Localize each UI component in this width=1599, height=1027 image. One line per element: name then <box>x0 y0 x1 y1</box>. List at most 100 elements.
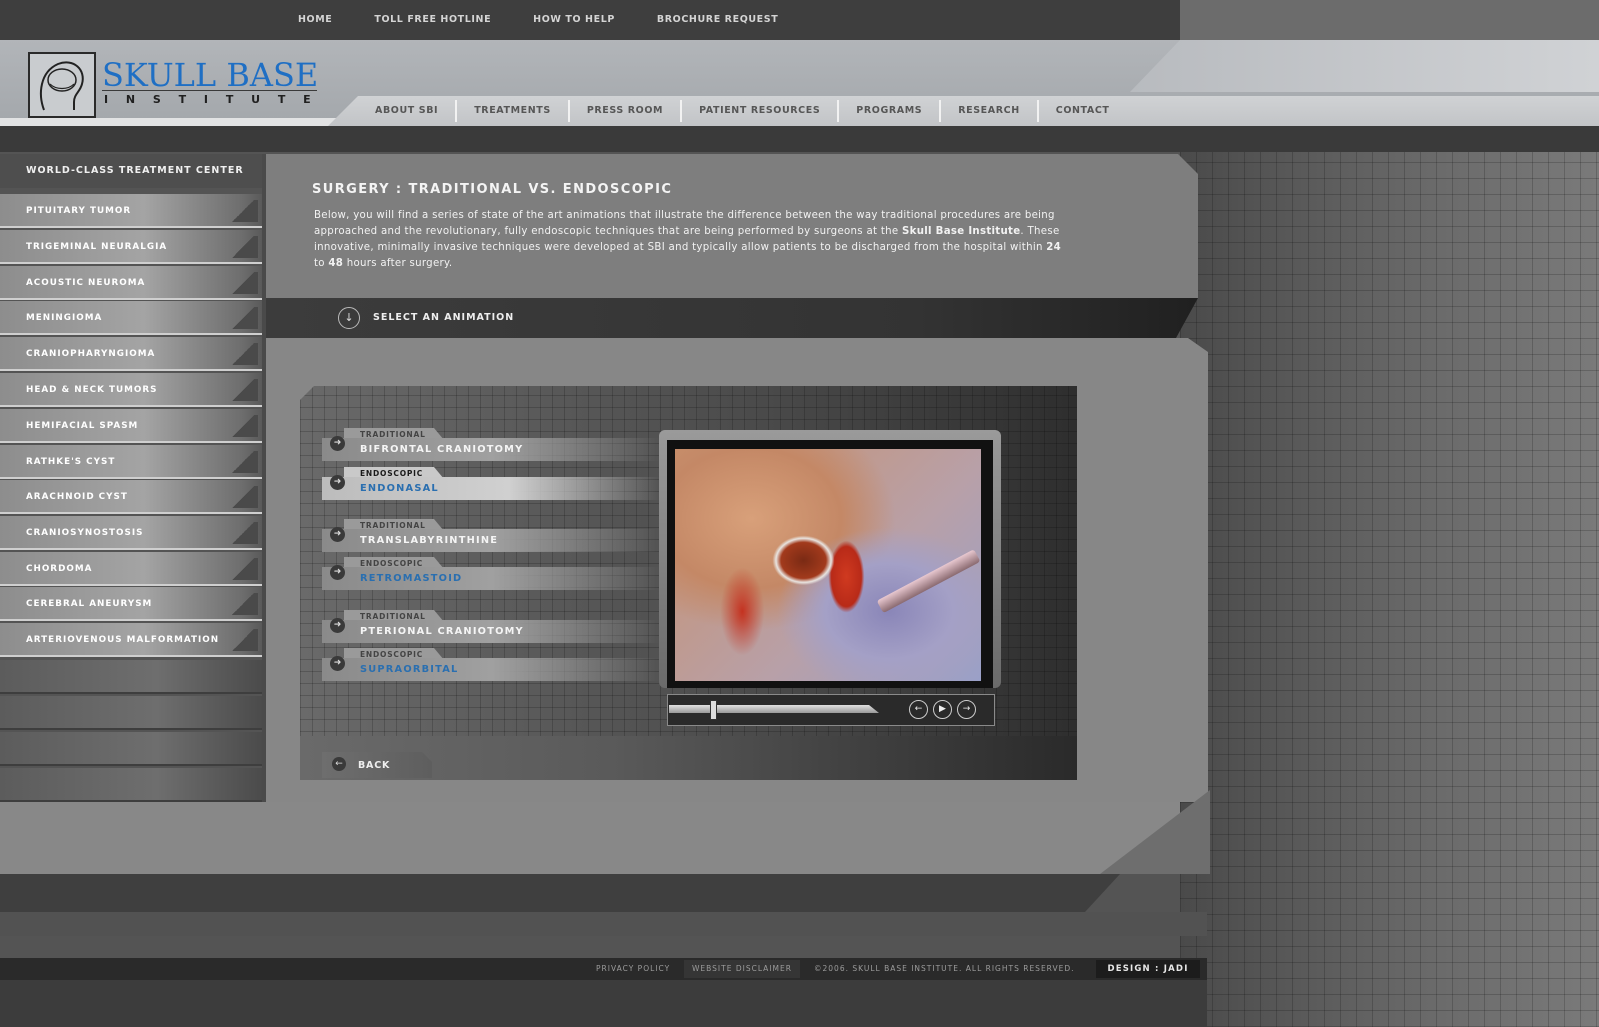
footer-disclaimer-link[interactable]: WEBSITE DISCLAIMER <box>684 960 800 978</box>
logo-icon[interactable] <box>28 52 96 118</box>
lower-band <box>0 802 1180 874</box>
top-link-home[interactable]: HOME <box>298 14 332 25</box>
sidebar-item-label: CHORDOMA <box>26 564 93 574</box>
video-progress-handle[interactable] <box>710 700 717 720</box>
sidebar-item-acoustic-neuroma[interactable]: ACOUSTIC NEUROMA <box>0 266 262 300</box>
sidebar-item-label: TRIGEMINAL NEURALGIA <box>26 242 168 252</box>
footer-design-credit[interactable]: DESIGN : JADI <box>1096 960 1200 978</box>
footer-bottom <box>0 980 1207 1027</box>
arrow-right-icon: ➜ <box>330 475 345 490</box>
sidebar-item-label: RATHKE'S CYST <box>26 457 116 467</box>
select-animation-label: SELECT AN ANIMATION <box>373 312 515 323</box>
sidebar-item-craniosynostosis[interactable]: CRANIOSYNOSTOSIS <box>0 516 262 550</box>
sidebar-item-label: PITUITARY TUMOR <box>26 206 132 216</box>
option-name: TRANSLABYRINTHINE <box>360 535 499 546</box>
nav-about-sbi[interactable]: ABOUT SBI <box>358 100 458 122</box>
animation-option-endonasal[interactable]: ➜ ENDOSCOPIC ENDONASAL <box>322 467 662 500</box>
animation-option-retromastoid[interactable]: ➜ ENDOSCOPIC RETROMASTOID <box>322 557 662 590</box>
arrow-right-icon: ➜ <box>330 656 345 671</box>
animation-option-translabyrinthine[interactable]: ➜ TRADITIONAL TRANSLABYRINTHINE <box>322 519 662 552</box>
logo-title: SKULL BASE <box>102 56 319 94</box>
option-type: ENDOSCOPIC <box>360 469 424 478</box>
logo-divider <box>102 90 317 91</box>
top-link-how-to-help[interactable]: HOW TO HELP <box>533 14 615 25</box>
sidebar-item-label: ARTERIOVENOUS MALFORMATION <box>26 635 220 645</box>
arrow-right-icon: ➜ <box>330 527 345 542</box>
animation-option-bifrontal-craniotomy[interactable]: ➜ TRADITIONAL BIFRONTAL CRANIOTOMY <box>322 428 662 461</box>
option-name: ENDONASAL <box>360 483 439 494</box>
sidebar-item-label: CRANIOSYNOSTOSIS <box>26 528 144 538</box>
back-label: BACK <box>358 760 391 771</box>
option-type: ENDOSCOPIC <box>360 559 424 568</box>
sidebar-empty-slot <box>0 660 262 694</box>
sidebar-item-trigeminal-neuralgia[interactable]: TRIGEMINAL NEURALGIA <box>0 230 262 264</box>
lower-band-dark <box>0 874 1120 912</box>
nav-treatments[interactable]: TREATMENTS <box>457 100 570 122</box>
animation-option-supraorbital[interactable]: ➜ ENDOSCOPIC SUPRAORBITAL <box>322 648 662 681</box>
sidebar-border <box>262 154 266 802</box>
sidebar-item-label: ARACHNOID CYST <box>26 492 128 502</box>
header-right-panel <box>1130 40 1599 92</box>
sidebar-heading: WORLD-CLASS TREATMENT CENTER <box>0 154 262 188</box>
nav-patient-resources[interactable]: PATIENT RESOURCES <box>682 100 840 122</box>
sidebar-item-label: ACOUSTIC NEUROMA <box>26 278 146 288</box>
nav-press-room[interactable]: PRESS ROOM <box>570 100 683 122</box>
sidebar-item-arachnoid-cyst[interactable]: ARACHNOID CYST <box>0 480 262 514</box>
sidebar-heading-text: WORLD-CLASS TREATMENT CENTER <box>26 165 244 176</box>
arrow-right-icon: ➜ <box>330 565 345 580</box>
footer-copyright: ©2006. SKULL BASE INSTITUTE. ALL RIGHTS … <box>814 964 1075 973</box>
logo-subtitle: INSTITUTE <box>104 93 329 106</box>
option-type: TRADITIONAL <box>360 430 426 439</box>
animation-option-pterional-craniotomy[interactable]: ➜ TRADITIONAL PTERIONAL CRANIOTOMY <box>322 610 662 643</box>
back-button[interactable]: ← BACK <box>322 752 432 778</box>
option-type: TRADITIONAL <box>360 521 426 530</box>
sidebar-item-label: CRANIOPHARYNGIOMA <box>26 349 156 359</box>
nav-contact[interactable]: CONTACT <box>1039 100 1127 122</box>
arrow-left-icon: ← <box>332 757 346 771</box>
arrow-down-icon: ↓ <box>338 307 360 329</box>
option-name: PTERIONAL CRANIOTOMY <box>360 626 524 637</box>
sidebar-item-meningioma[interactable]: MENINGIOMA <box>0 301 262 335</box>
option-type: ENDOSCOPIC <box>360 650 424 659</box>
main-nav: ABOUT SBI TREATMENTS PRESS ROOM PATIENT … <box>328 96 1599 126</box>
top-utility-bar: HOME TOLL FREE HOTLINE HOW TO HELP BROCH… <box>0 0 1180 40</box>
right-texture <box>1180 0 1599 1027</box>
surgery-animation-image[interactable] <box>675 449 981 681</box>
sidebar-item-label: HEAD & NECK TUMORS <box>26 385 158 395</box>
footer-privacy-link[interactable]: PRIVACY POLICY <box>588 960 678 978</box>
play-icon[interactable]: ▶ <box>933 700 952 719</box>
select-animation-bar: ↓ SELECT AN ANIMATION <box>266 298 1198 338</box>
option-name: BIFRONTAL CRANIOTOMY <box>360 444 524 455</box>
sidebar-item-avm[interactable]: ARTERIOVENOUS MALFORMATION <box>0 623 262 657</box>
sidebar-item-label: CEREBRAL ANEURYSM <box>26 599 153 609</box>
sidebar-item-cerebral-aneurysm[interactable]: CEREBRAL ANEURYSM <box>0 587 262 621</box>
arrow-right-icon: ➜ <box>330 618 345 633</box>
sidebar-item-rathkes-cyst[interactable]: RATHKE'S CYST <box>0 445 262 479</box>
nav-programs[interactable]: PROGRAMS <box>839 100 942 122</box>
option-name: SUPRAORBITAL <box>360 664 459 675</box>
right-top-band <box>1180 0 1599 40</box>
next-icon[interactable]: → <box>957 700 976 719</box>
sidebar-item-hemifacial-spasm[interactable]: HEMIFACIAL SPASM <box>0 409 262 443</box>
sidebar-empty-slot <box>0 768 262 802</box>
option-type: TRADITIONAL <box>360 612 426 621</box>
sidebar-empty-slot <box>0 696 262 730</box>
top-link-hotline[interactable]: TOLL FREE HOTLINE <box>374 14 491 25</box>
sidebar-empty-slot <box>0 732 262 766</box>
sidebar-item-craniopharyngioma[interactable]: CRANIOPHARYNGIOMA <box>0 337 262 371</box>
sidebar-item-head-neck-tumors[interactable]: HEAD & NECK TUMORS <box>0 373 262 407</box>
sidebar-item-pituitary-tumor[interactable]: PITUITARY TUMOR <box>0 194 262 228</box>
sidebar-item-label: MENINGIOMA <box>26 313 103 323</box>
nav-research[interactable]: RESEARCH <box>941 100 1039 122</box>
sidebar-item-chordoma[interactable]: CHORDOMA <box>0 552 262 586</box>
page-title: SURGERY : TRADITIONAL VS. ENDOSCOPIC <box>312 182 673 197</box>
video-progress-track[interactable] <box>669 705 879 713</box>
arrow-right-icon: ➜ <box>330 436 345 451</box>
top-link-brochure[interactable]: BROCHURE REQUEST <box>657 14 778 25</box>
intro-paragraph: Below, you will find a series of state o… <box>314 210 1062 269</box>
header-shadow <box>0 126 1599 152</box>
sidebar-item-label: HEMIFACIAL SPASM <box>26 421 139 431</box>
previous-icon[interactable]: ← <box>909 700 928 719</box>
option-name: RETROMASTOID <box>360 573 463 584</box>
lower-band-mid <box>0 912 1207 936</box>
